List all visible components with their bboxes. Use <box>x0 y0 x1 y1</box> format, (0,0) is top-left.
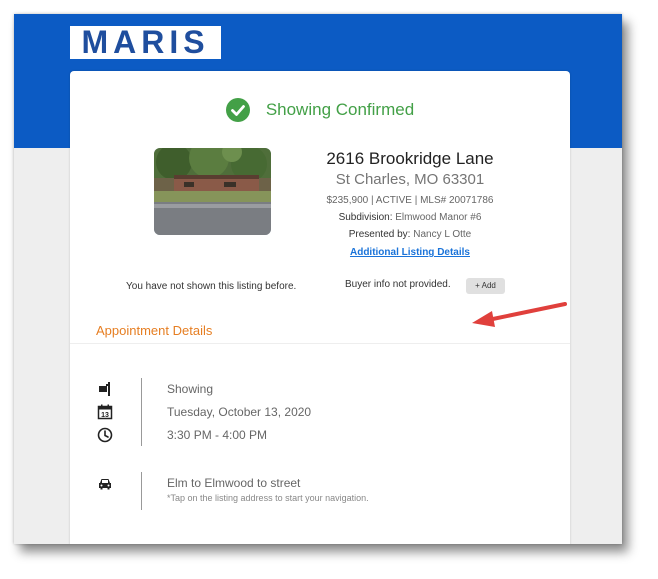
clock-icon <box>97 427 113 443</box>
directions-text: Elm to Elmwood to street <box>167 476 301 490</box>
appointment-type: Showing <box>167 382 214 396</box>
presented-by-row: Presented by: Nancy L Otte <box>290 228 530 242</box>
maris-logo: MARIS <box>70 26 221 59</box>
calendar-day-text: 13 <box>101 412 109 419</box>
listing-city: St Charles, MO 63301 <box>335 171 485 188</box>
listing-address[interactable]: 2616 Brookridge Lane <box>290 148 530 170</box>
appointment-time: 3:30 PM - 4:00 PM <box>167 428 268 442</box>
presented-by-value: Nancy L Otte <box>413 229 472 240</box>
appointment-timeline-bar <box>141 378 142 446</box>
subdivision-label: Subdivision: <box>338 212 393 223</box>
confirmation-banner: Showing Confirmed <box>70 97 570 123</box>
additional-listing-details-link[interactable]: Additional Listing Details <box>350 247 470 258</box>
buyer-info-message: Buyer info not provided. <box>345 279 451 290</box>
add-buyer-button[interactable]: + Add <box>466 278 505 294</box>
listing-info: 2616 Brookridge Lane St Charles, MO 6330… <box>290 148 530 260</box>
appointment-details-title: Appointment Details <box>96 323 213 338</box>
red-annotation-arrow <box>472 302 567 327</box>
subdivision-value: Elmwood Manor #6 <box>395 212 482 223</box>
check-circle-icon <box>225 98 250 122</box>
sign-post-icon <box>97 381 113 397</box>
appointment-date: Tuesday, October 13, 2020 <box>167 405 312 419</box>
presented-by-label: Presented by: <box>348 229 411 240</box>
section-divider <box>70 343 570 344</box>
confirmation-text: Showing Confirmed <box>265 100 415 119</box>
not-shown-message: You have not shown this listing before. <box>126 281 297 292</box>
screenshot-frame: MARIS Showing Confirmed 2616 Brookridge … <box>14 14 622 544</box>
car-icon <box>97 476 113 492</box>
directions-timeline-bar <box>141 472 142 510</box>
subdivision-row: Subdivision: Elmwood Manor #6 <box>290 211 530 225</box>
showing-card: Showing Confirmed 2616 Brookridge Lane S… <box>70 71 570 544</box>
calendar-icon: 13 <box>97 404 113 420</box>
navigation-hint: *Tap on the listing address to start you… <box>167 493 369 503</box>
listing-meta: $235,900 | ACTIVE | MLS# 20071786 <box>326 195 494 206</box>
listing-photo[interactable] <box>154 148 271 235</box>
